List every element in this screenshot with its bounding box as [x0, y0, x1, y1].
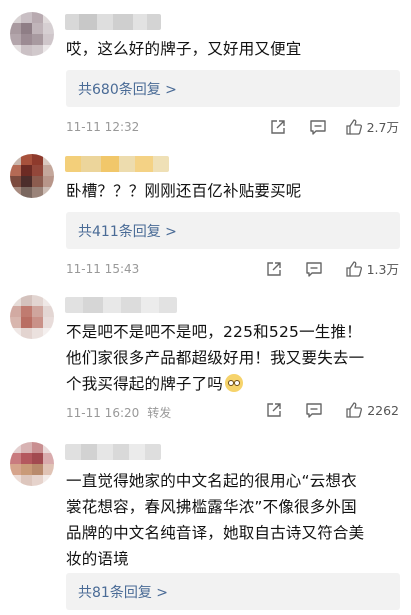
thumbs-up-icon	[345, 118, 363, 136]
replies-count: 共81条回复 >	[78, 585, 168, 601]
comment-actions: 1.3万	[265, 259, 399, 278]
comment-text-line: 品牌的中文名纯音译，她取自古诗又符合美	[66, 524, 365, 542]
comment-time: 11-11 16:20	[66, 406, 140, 420]
avatar[interactable]	[10, 154, 54, 198]
comment-text: 卧槽？？？刚刚还百亿补贴要买呢	[66, 178, 404, 204]
replies-count: 共411条回复 >	[78, 224, 177, 240]
comment-icon[interactable]	[305, 401, 323, 419]
like-count: 2.7万	[366, 120, 399, 135]
replies-count: 共680条回复 >	[78, 82, 177, 98]
comment-icon[interactable]	[309, 118, 327, 136]
rolling-eyes-emoji	[225, 374, 244, 392]
comment-text-line: 一直觉得她家的中文名起的很用心“云想衣	[66, 472, 357, 490]
comment-actions: 2.7万	[269, 117, 399, 136]
comment-text-line: 妆的语境	[66, 550, 129, 568]
comment-time: 11-11 12:32	[66, 120, 140, 134]
comment-time: 11-11 15:43	[66, 262, 140, 276]
like-button[interactable]: 2.7万	[345, 117, 399, 136]
username-blurred[interactable]	[65, 14, 161, 30]
comment-text: 不是吧不是吧不是吧，225和525一生推！ 他们家很多产品都超级好用！我又要失去…	[66, 319, 404, 397]
comment-actions: 2262	[265, 401, 399, 419]
comment-feed: 哎，这么好的牌子，又好用又便宜 共680条回复 > 11-11 12:32 2.…	[0, 0, 411, 615]
comment-text-line: 裳花想容，春风拂槛露华浓”不像很多外国	[66, 498, 357, 516]
repost-label[interactable]: 转发	[147, 406, 171, 420]
replies-link[interactable]: 共411条回复 >	[66, 212, 400, 249]
like-count: 1.3万	[366, 262, 399, 277]
comment-icon[interactable]	[305, 260, 323, 278]
replies-link[interactable]: 共81条回复 >	[66, 573, 400, 610]
thumbs-up-icon	[345, 260, 363, 278]
like-count: 2262	[367, 402, 399, 418]
like-button[interactable]: 1.3万	[341, 259, 399, 278]
share-icon[interactable]	[269, 118, 287, 136]
comment-text-segment: 个我买得起的牌子了吗	[66, 375, 224, 393]
comment-text-line: 不是吧不是吧不是吧，225和525一生推！	[66, 323, 362, 341]
comment-text-line: 个我买得起的牌子了吗	[66, 371, 404, 397]
comment-text: 一直觉得她家的中文名起的很用心“云想衣 裳花想容，春风拂槛露华浓”不像很多外国 …	[66, 468, 404, 572]
share-icon[interactable]	[265, 260, 283, 278]
comment-meta: 11-11 12:32	[66, 120, 139, 134]
comment-meta: 11-11 16:20 转发	[66, 404, 171, 421]
username-blurred[interactable]	[65, 156, 169, 172]
username-blurred[interactable]	[65, 297, 177, 313]
comment-text-line: 卧槽？？？刚刚还百亿补贴要买呢	[66, 182, 302, 200]
comment-text-line: 哎，这么好的牌子，又好用又便宜	[66, 40, 302, 58]
avatar[interactable]	[10, 442, 54, 486]
replies-link[interactable]: 共680条回复 >	[66, 70, 400, 107]
thumbs-up-icon	[345, 401, 363, 419]
comment-text-line: 他们家很多产品都超级好用！我又要失去一	[66, 349, 365, 367]
avatar[interactable]	[10, 295, 54, 339]
username-blurred[interactable]	[65, 444, 161, 460]
comment-meta: 11-11 15:43	[66, 262, 139, 276]
like-button[interactable]: 2262	[341, 401, 399, 419]
avatar[interactable]	[10, 12, 54, 56]
share-icon[interactable]	[265, 401, 283, 419]
comment-text: 哎，这么好的牌子，又好用又便宜	[66, 36, 404, 62]
